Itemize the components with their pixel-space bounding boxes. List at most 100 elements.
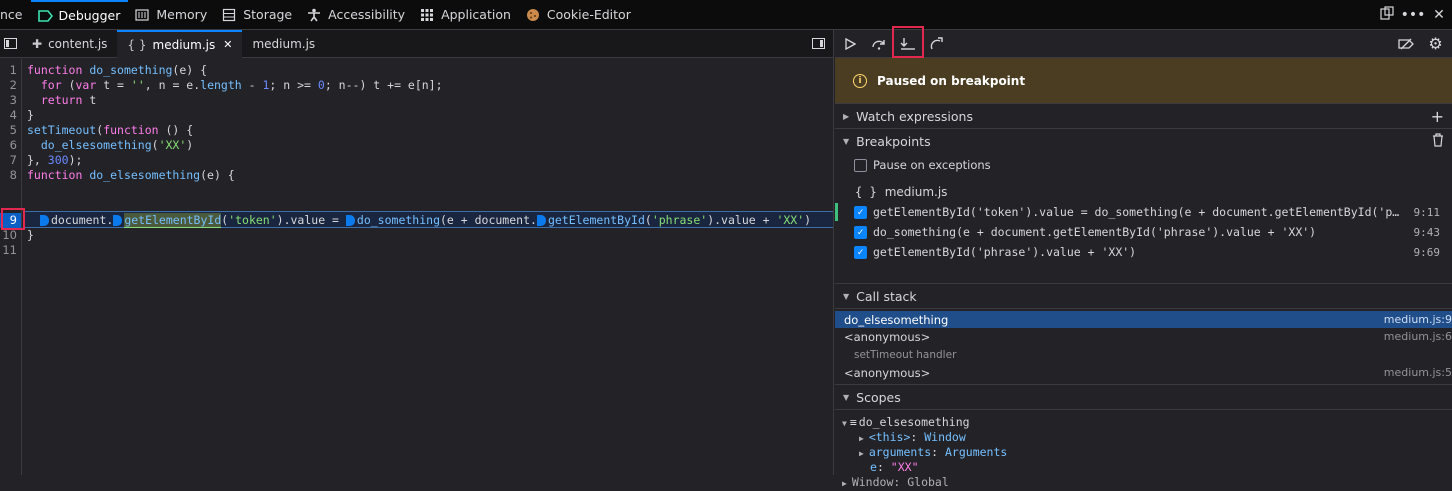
scope-arguments[interactable]: ▶ arguments: Arguments [859, 445, 1007, 461]
tab-content-js[interactable]: ✚ content.js [22, 30, 117, 58]
tab-cookie-editor[interactable]: Cookie-Editor [519, 0, 639, 30]
gear-icon: ⚙ [1428, 34, 1443, 53]
remove-all-breakpoints-icon[interactable] [1432, 132, 1444, 151]
tab-accessibility[interactable]: Accessibility [300, 0, 413, 30]
step-over-icon [871, 39, 885, 50]
puzzle-icon: ✚ [32, 36, 43, 51]
breakpoint-marker [536, 215, 546, 226]
breakpoint-checkbox[interactable]: ✓ [854, 225, 867, 239]
breakpoints-section: Pause on exceptions { } medium.js ✓ getE… [835, 154, 1452, 284]
add-watch-icon[interactable]: + [1431, 107, 1444, 126]
breakpoint-item[interactable]: ✓ do_something(e + document.getElementBy… [854, 222, 1452, 242]
code-line: return t [40, 93, 97, 107]
call-stack-header[interactable]: ▼ Call stack [835, 284, 1452, 309]
scope-block[interactable]: ▼ ≡ do_elsesomething [842, 415, 970, 431]
expand-arrow-icon: ▶ [843, 111, 850, 121]
accessibility-icon [306, 8, 322, 22]
breakpoints-off-icon [1397, 38, 1414, 49]
responsive-mode-icon[interactable] [1374, 6, 1400, 24]
watch-expressions-header[interactable]: ▶ Watch expressions + [835, 104, 1452, 129]
code-line: }, 300); [27, 153, 83, 167]
toolbar-actions: ••• ✕ [1374, 0, 1452, 30]
tab-medium-js-2[interactable]: medium.js [242, 30, 325, 58]
line-number[interactable]: 4 [0, 108, 17, 123]
braces-icon: { } [855, 185, 877, 199]
tab-storage[interactable]: Storage [215, 0, 300, 30]
scope-var-e[interactable]: e: "XX" [870, 460, 919, 475]
debug-controls: ⚙ [835, 26, 1452, 58]
tab-debugger[interactable]: Debugger [30, 0, 129, 30]
line-number[interactable]: 7 [0, 153, 17, 168]
async-frame-label: setTimeout handler [854, 348, 957, 361]
sidebar-toggle-icon [4, 38, 17, 49]
close-tab-icon[interactable]: ✕ [223, 38, 232, 51]
code-line: } [27, 108, 34, 122]
pause-exceptions-checkbox[interactable] [854, 158, 867, 172]
resume-button[interactable] [835, 30, 864, 58]
play-icon [844, 37, 856, 50]
code-line: function do_something(e) { [27, 63, 208, 77]
settings-button[interactable]: ⚙ [1421, 30, 1450, 58]
toggle-sources-button[interactable] [0, 30, 22, 58]
tab-memory[interactable]: Memory [128, 0, 215, 30]
step-over-button[interactable] [864, 30, 893, 58]
breakpoint-item[interactable]: ✓ getElementById('token').value = do_som… [854, 202, 1452, 222]
call-stack-list: do_elsesomething medium.js:9 <anonymous>… [835, 309, 1452, 385]
active-breakpoint-indicator [835, 203, 838, 221]
cookie-icon [525, 8, 541, 22]
braces-icon: { } [127, 37, 147, 52]
code-line: } [27, 228, 34, 242]
breakpoints-header[interactable]: ▼ Breakpoints [835, 129, 1452, 154]
call-frame[interactable]: do_elsesomething medium.js:9 [835, 311, 1452, 328]
breakpoint-checkbox[interactable]: ✓ [854, 205, 867, 219]
scopes-header[interactable]: ▼ Scopes [835, 385, 1452, 410]
step-in-highlight-box [892, 26, 924, 58]
code-line: for (var t = '', n = e.length - 1; n >= … [40, 78, 443, 92]
step-out-button[interactable] [922, 30, 951, 58]
line-number[interactable]: 1 [0, 63, 17, 78]
deactivate-breakpoints-button[interactable] [1391, 30, 1420, 58]
code-editor[interactable]: 1 2 3 4 5 6 7 8 9 10 11 function do_some… [0, 59, 833, 475]
call-frame[interactable]: <anonymous> medium.js:6 [835, 328, 1452, 345]
line-gutter[interactable]: 1 2 3 4 5 6 7 8 9 10 11 [0, 59, 22, 475]
line-number[interactable]: 8 [0, 168, 17, 183]
toggle-debug-pane-icon[interactable] [812, 38, 825, 52]
breakpoint-checkbox[interactable]: ✓ [854, 245, 867, 259]
code-line: setTimeout(function () { [27, 123, 194, 137]
line-number[interactable]: 3 [0, 93, 17, 108]
paused-banner: i Paused on breakpoint [835, 58, 1452, 104]
tab-performance[interactable]: nce [0, 0, 31, 30]
collapse-arrow-icon: ▼ [843, 291, 850, 301]
line-number[interactable]: 5 [0, 123, 17, 138]
more-options-icon[interactable]: ••• [1400, 7, 1426, 23]
line-number[interactable]: 2 [0, 78, 17, 93]
application-icon [419, 8, 435, 22]
pause-on-exceptions[interactable]: Pause on exceptions [854, 158, 991, 172]
line-number[interactable]: 6 [0, 138, 17, 153]
code-line: function do_elsesomething(e) { [27, 168, 235, 182]
breakpoint-file-header: { } medium.js [855, 185, 948, 199]
line-number[interactable]: 10 [0, 228, 17, 243]
info-icon: i [853, 73, 867, 88]
breakpoint-marker [345, 215, 355, 226]
devtools-toolbar: nce Debugger Memory Storage Accessibilit… [0, 0, 1452, 30]
scope-window[interactable]: ▶ Window: Global [842, 475, 949, 491]
line-number[interactable]: 11 [0, 243, 17, 258]
breakpoint-item[interactable]: ✓ getElementById('phrase').value + 'XX')… [854, 242, 1452, 262]
memory-icon [134, 8, 150, 22]
tab-medium-js[interactable]: { } medium.js ✕ [117, 29, 243, 58]
call-frame[interactable]: <anonymous> medium.js:5 [835, 364, 1452, 381]
code-line: do_elsesomething('XX') [40, 138, 194, 152]
tab-application[interactable]: Application [413, 0, 519, 30]
scopes-tree: ▼ ≡ do_elsesomething ▶ <this>: Window ▶ argu… [835, 410, 1452, 489]
collapse-arrow-icon: ▼ [843, 392, 850, 402]
editor-pane: ✚ content.js { } medium.js ✕ medium.js 1… [0, 29, 834, 475]
debugger-icon [37, 9, 53, 23]
scope-this[interactable]: ▶ <this>: Window [859, 430, 966, 446]
breakpoint-marker [113, 215, 123, 226]
close-icon[interactable]: ✕ [1426, 7, 1452, 23]
line-9-highlight-box [1, 208, 25, 230]
source-tabs: ✚ content.js { } medium.js ✕ medium.js [0, 29, 833, 58]
debugger-sidebar: ⚙ i Paused on breakpoint ▶ Watch express… [835, 26, 1452, 489]
collapse-arrow-icon: ▼ [843, 137, 850, 146]
